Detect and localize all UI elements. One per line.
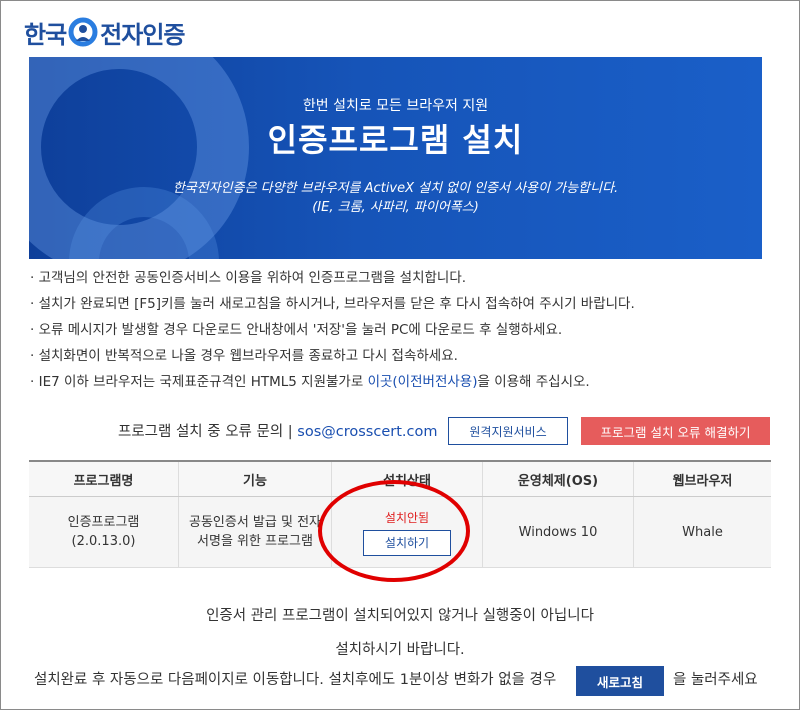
logo-text-right: 전자인증 bbox=[100, 20, 185, 49]
banner-description: 한국전자인증은 다양한 브라우저를 ActiveX 설치 없이 인증서 사용이 … bbox=[172, 181, 619, 196]
install-request-message: 설치하시기 바랍니다. bbox=[335, 642, 465, 658]
col-header-program: 프로그램명 bbox=[29, 460, 179, 497]
contact-info: 프로그램 설치 중 오류 문의 | sos@crosscert.com bbox=[118, 420, 437, 441]
note-item: · 오류 메시지가 발생할 경우 다운로드 안내창에서 '저장'을 눌러 PC에… bbox=[30, 322, 563, 338]
note-item-ie7: · IE7 이하 브라우저는 국제표준규격인 HTML5 지원불가로 이곳(이전… bbox=[30, 372, 770, 398]
browser-cell: Whale bbox=[633, 496, 771, 568]
remote-support-button[interactable]: 원격지원서비스 bbox=[448, 417, 568, 445]
col-header-browser: 웹브라우저 bbox=[633, 460, 771, 497]
logo-mark-icon bbox=[68, 17, 98, 47]
logo-text-left: 한국 bbox=[24, 20, 67, 49]
note-item: · 고객님의 안전한 공동인증서비스 이용을 위하여 인증프로그램을 설치합니다… bbox=[30, 270, 467, 286]
crosscert-logo: 한국 전자인증 bbox=[24, 14, 186, 50]
not-installed-message: 인증서 관리 프로그램이 설치되어있지 않거나 실행중이 아닙니다 bbox=[206, 608, 594, 624]
program-name-cell: 인증프로그램 (2.0.13.0) bbox=[29, 496, 179, 568]
footer-notice: 설치완료 후 자동으로 다음페이지로 이동합니다. 설치후에도 1분이상 변화가… bbox=[34, 672, 557, 688]
install-notes: · 고객님의 안전한 공동인증서비스 이용을 위하여 인증프로그램을 설치합니다… bbox=[30, 268, 770, 398]
legacy-version-link[interactable]: 이곳(이전버전사용) bbox=[368, 374, 478, 390]
function-line-1: 공동인증서 발급 및 전자 bbox=[189, 515, 321, 530]
program-version: (2.0.13.0) bbox=[71, 534, 136, 549]
footer-notice-tail: 을 눌러주세요 bbox=[673, 672, 758, 688]
col-header-function: 기능 bbox=[178, 460, 332, 497]
os-cell: Windows 10 bbox=[482, 496, 634, 568]
install-error-fix-button[interactable]: 프로그램 설치 오류 해결하기 bbox=[581, 417, 770, 445]
function-cell: 공동인증서 발급 및 전자서명을 위한 프로그램 bbox=[178, 496, 332, 568]
banner-title: 인증프로그램 설치 bbox=[267, 121, 524, 159]
highlight-circle bbox=[318, 480, 470, 582]
col-header-os: 운영체제(OS) bbox=[482, 460, 634, 497]
banner-browsers: (IE, 크롬, 사파리, 파이어폭스) bbox=[312, 200, 479, 215]
contact-label: 프로그램 설치 중 오류 문의 | bbox=[118, 424, 298, 440]
note-item: · 설치화면이 반복적으로 나올 경우 웹브라우저를 종료하고 다시 접속하세요… bbox=[30, 348, 458, 364]
support-email-link[interactable]: sos@crosscert.com bbox=[297, 424, 437, 440]
install-banner: 한번 설치로 모든 브라우저 지원 인증프로그램 설치 한국전자인증은 다양한 … bbox=[29, 57, 762, 259]
note-ie7-text: · IE7 이하 브라우저는 국제표준규격인 HTML5 지원불가로 bbox=[30, 374, 368, 390]
note-item: · 설치가 완료되면 [F5]키를 눌러 새로고침을 하시거나, 브라우저를 닫… bbox=[30, 296, 635, 312]
program-name: 인증프로그램 bbox=[67, 515, 140, 530]
note-ie7-tail: 을 이용해 주십시오. bbox=[477, 374, 590, 390]
banner-subtitle: 한번 설치로 모든 브라우저 지원 bbox=[302, 98, 489, 114]
function-line-2: 서명을 위한 프로그램 bbox=[197, 534, 313, 549]
refresh-button[interactable]: 새로고침 bbox=[576, 666, 664, 696]
